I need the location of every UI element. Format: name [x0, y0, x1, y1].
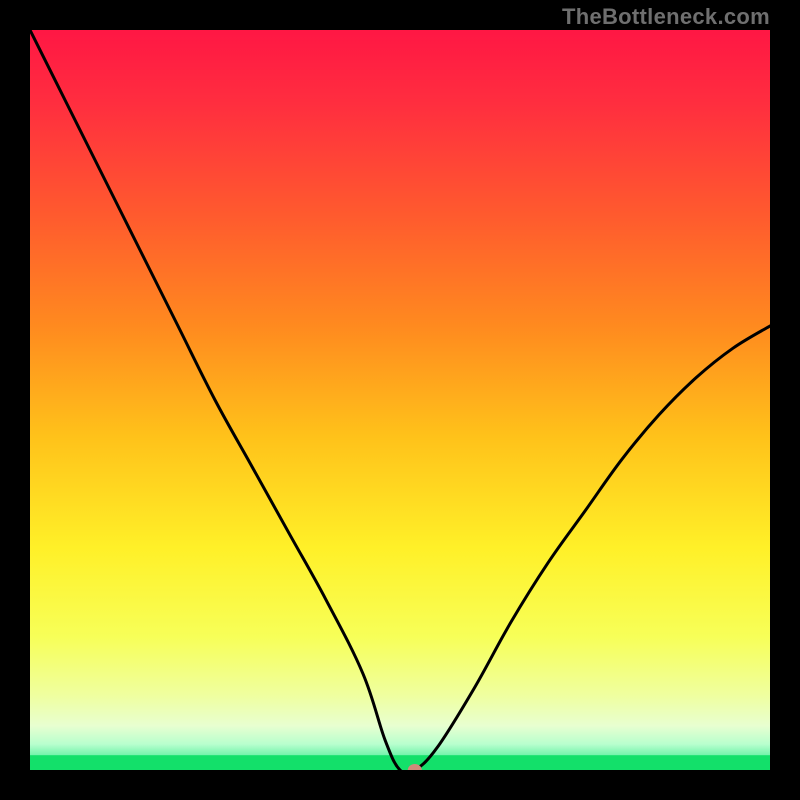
gradient-background — [30, 30, 770, 770]
chart-svg — [30, 30, 770, 770]
chart-plot-area — [30, 30, 770, 770]
watermark-text: TheBottleneck.com — [562, 4, 770, 30]
chart-frame: TheBottleneck.com — [0, 0, 800, 800]
green-band — [30, 755, 770, 770]
